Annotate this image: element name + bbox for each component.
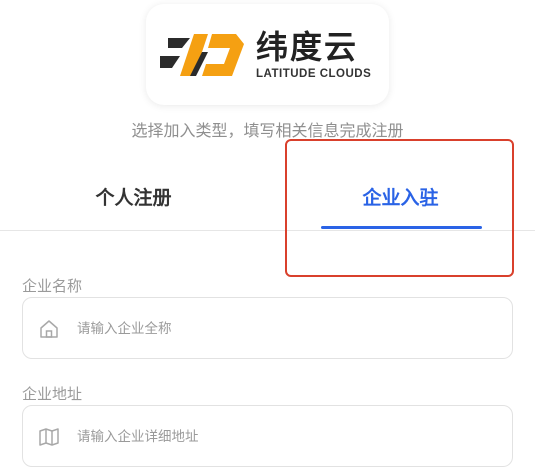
home-icon <box>40 320 58 338</box>
company-name-input[interactable] <box>75 298 500 360</box>
highlight-annotation-box <box>285 139 514 277</box>
logo-card: 纬度云 LATITUDE CLOUDS <box>146 4 389 105</box>
map-icon <box>39 428 59 446</box>
company-name-label: 企业名称 <box>22 277 83 295</box>
company-name-field <box>22 297 513 360</box>
page-subtitle: 选择加入类型，填写相关信息完成注册 <box>131 121 404 140</box>
brand-name-cn: 纬度云 <box>256 28 359 66</box>
company-address-field <box>22 405 513 468</box>
company-address-label: 企业地址 <box>22 385 83 403</box>
brand-name-en: LATITUDE CLOUDS <box>256 68 372 80</box>
latitude-clouds-logo-icon <box>160 34 244 76</box>
company-address-input[interactable] <box>75 406 500 468</box>
tab-personal-registration[interactable]: 个人注册 <box>0 168 267 228</box>
